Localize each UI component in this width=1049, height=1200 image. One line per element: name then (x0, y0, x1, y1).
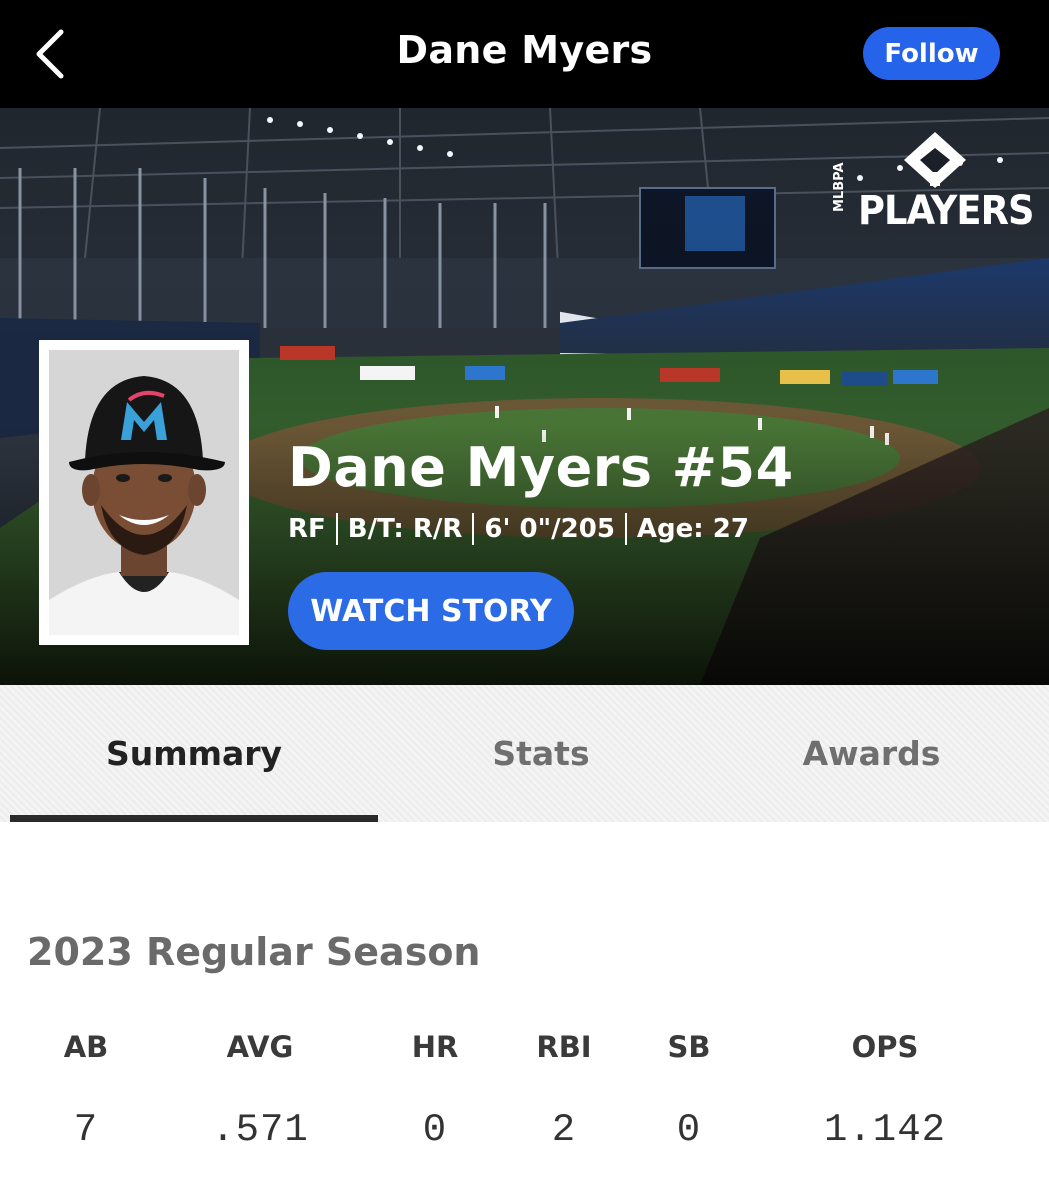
watch-story-button[interactable]: WATCH STORY (288, 572, 574, 650)
mlbpa-logo-text: MLBPA (832, 162, 847, 212)
player-name-number: Dane Myers #54 (288, 436, 794, 499)
stat-label: AVG (226, 1030, 294, 1064)
player-age: Age: 27 (636, 514, 749, 544)
profile-tabs: Summary Stats Awards (0, 685, 1049, 822)
player-headshot-image (49, 350, 239, 635)
divider (472, 513, 475, 545)
season-title: 2023 Regular Season (27, 930, 481, 974)
divider (335, 513, 338, 545)
stat-avg: AVG .571 (180, 1030, 340, 1152)
player-height-weight: 6' 0"/205 (484, 514, 615, 544)
stat-label: AB (63, 1030, 109, 1064)
stat-value: 1.142 (823, 1108, 947, 1152)
tab-awards[interactable]: Awards (704, 685, 1039, 822)
player-bats-throws: B/T: R/R (347, 514, 463, 544)
player-hero-banner: MLBPA PLAYERS Dane Myers #54 RF B/T: R/R… (0, 108, 1049, 685)
stat-value: 0 (676, 1108, 702, 1152)
players-logo-text: PLAYERS (858, 188, 1034, 234)
player-headshot (49, 350, 239, 635)
stat-label: OPS (851, 1030, 919, 1064)
stat-sb: SB 0 (609, 1030, 769, 1152)
stat-ab: AB 7 (6, 1030, 166, 1152)
top-nav-bar: Dane Myers Follow (0, 0, 1049, 108)
active-tab-indicator (10, 815, 378, 822)
stat-value: 7 (73, 1108, 99, 1152)
stat-label: SB (667, 1030, 711, 1064)
player-position: RF (288, 514, 326, 544)
player-bio-line: RF B/T: R/R 6' 0"/205 Age: 27 (288, 513, 749, 545)
player-headshot-frame (39, 340, 249, 645)
follow-button[interactable]: Follow (863, 27, 1000, 80)
tab-stats[interactable]: Stats (378, 685, 704, 822)
stat-ops: OPS 1.142 (805, 1030, 965, 1152)
divider (624, 513, 627, 545)
tab-summary[interactable]: Summary (10, 685, 378, 822)
stat-value: .571 (211, 1108, 309, 1152)
